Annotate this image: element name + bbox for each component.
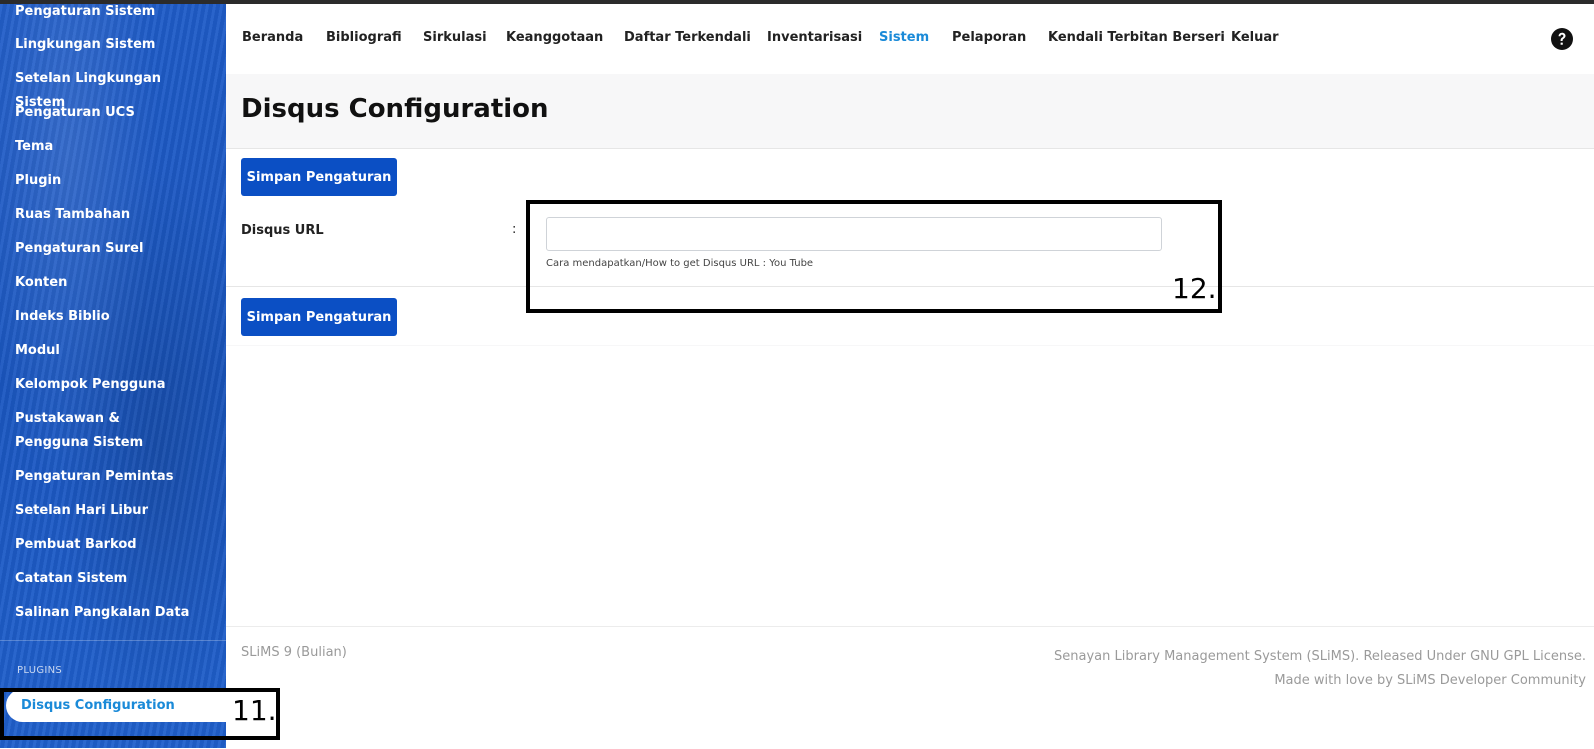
question-circle-icon[interactable] [1550,27,1574,51]
nav-inventarisasi[interactable]: Inventarisasi [767,30,862,45]
annotation-label-11: 11. [232,694,277,727]
nav-daftar-terkendali[interactable]: Daftar Terkendali [624,30,751,45]
sidebar: Pengaturan Sistem Lingkungan Sistem Sete… [0,4,226,748]
sidebar-item-setelan-hari-libur[interactable]: Setelan Hari Libur [15,499,215,523]
nav-sirkulasi[interactable]: Sirkulasi [423,30,487,45]
footer: SLiMS 9 (Bulian) Senayan Library Managem… [226,626,1594,749]
annotation-box-12 [526,200,1222,313]
nav-keluar[interactable]: Keluar [1231,30,1279,45]
sidebar-item-pengaturan-sistem[interactable]: Pengaturan Sistem [15,4,215,24]
footer-community: Made with love by SLiMS Developer Commun… [1274,673,1586,688]
sidebar-item-indeks-biblio[interactable]: Indeks Biblio [15,305,215,329]
sidebar-item-salinan-pangkalan-data[interactable]: Salinan Pangkalan Data [15,601,215,625]
sidebar-divider [0,640,226,641]
sidebar-item-pengaturan-pemintas[interactable]: Pengaturan Pemintas [15,465,215,489]
sidebar-item-pembuat-barkod[interactable]: Pembuat Barkod [15,533,215,557]
save-button-bottom[interactable]: Simpan Pengaturan [241,298,397,336]
nav-kendali-terbitan-berseri[interactable]: Kendali Terbitan Berseri [1048,30,1225,45]
page-title: Disqus Configuration [241,94,549,124]
nav-beranda[interactable]: Beranda [242,30,303,45]
sidebar-item-modul[interactable]: Modul [15,339,215,363]
nav-sistem[interactable]: Sistem [879,30,929,45]
field-colon: : [512,222,517,237]
sidebar-section-plugins: PLUGINS [17,665,63,676]
footer-license: Senayan Library Management System (SLiMS… [1054,649,1586,664]
annotation-label-12: 12. [1172,272,1217,305]
footer-credits: Senayan Library Management System (SLiMS… [1054,645,1586,693]
sidebar-item-pustakawan[interactable]: Pustakawan & Pengguna Sistem [15,407,190,455]
footer-version: SLiMS 9 (Bulian) [241,645,347,660]
nav-bibliografi[interactable]: Bibliografi [326,30,402,45]
sidebar-item-plugin[interactable]: Plugin [15,169,215,193]
sidebar-item-pengaturan-surel[interactable]: Pengaturan Surel [15,237,215,261]
sidebar-item-ruas-tambahan[interactable]: Ruas Tambahan [15,203,215,227]
disqus-url-label: Disqus URL [241,223,324,238]
sidebar-item-lingkungan-sistem[interactable]: Lingkungan Sistem [15,33,215,57]
nav-pelaporan[interactable]: Pelaporan [952,30,1026,45]
sidebar-item-konten[interactable]: Konten [15,271,215,295]
nav-keanggotaan[interactable]: Keanggotaan [506,30,603,45]
sidebar-item-kelompok-pengguna[interactable]: Kelompok Pengguna [15,373,215,397]
top-button-bar: Simpan Pengaturan [226,148,1594,208]
sidebar-item-catatan-sistem[interactable]: Catatan Sistem [15,567,215,591]
save-button-top[interactable]: Simpan Pengaturan [241,158,397,196]
sidebar-item-pengaturan-ucs[interactable]: Pengaturan UCS [15,101,215,125]
sidebar-item-tema[interactable]: Tema [15,135,215,159]
top-nav: Beranda Bibliografi Sirkulasi Keanggotaa… [226,4,1594,74]
